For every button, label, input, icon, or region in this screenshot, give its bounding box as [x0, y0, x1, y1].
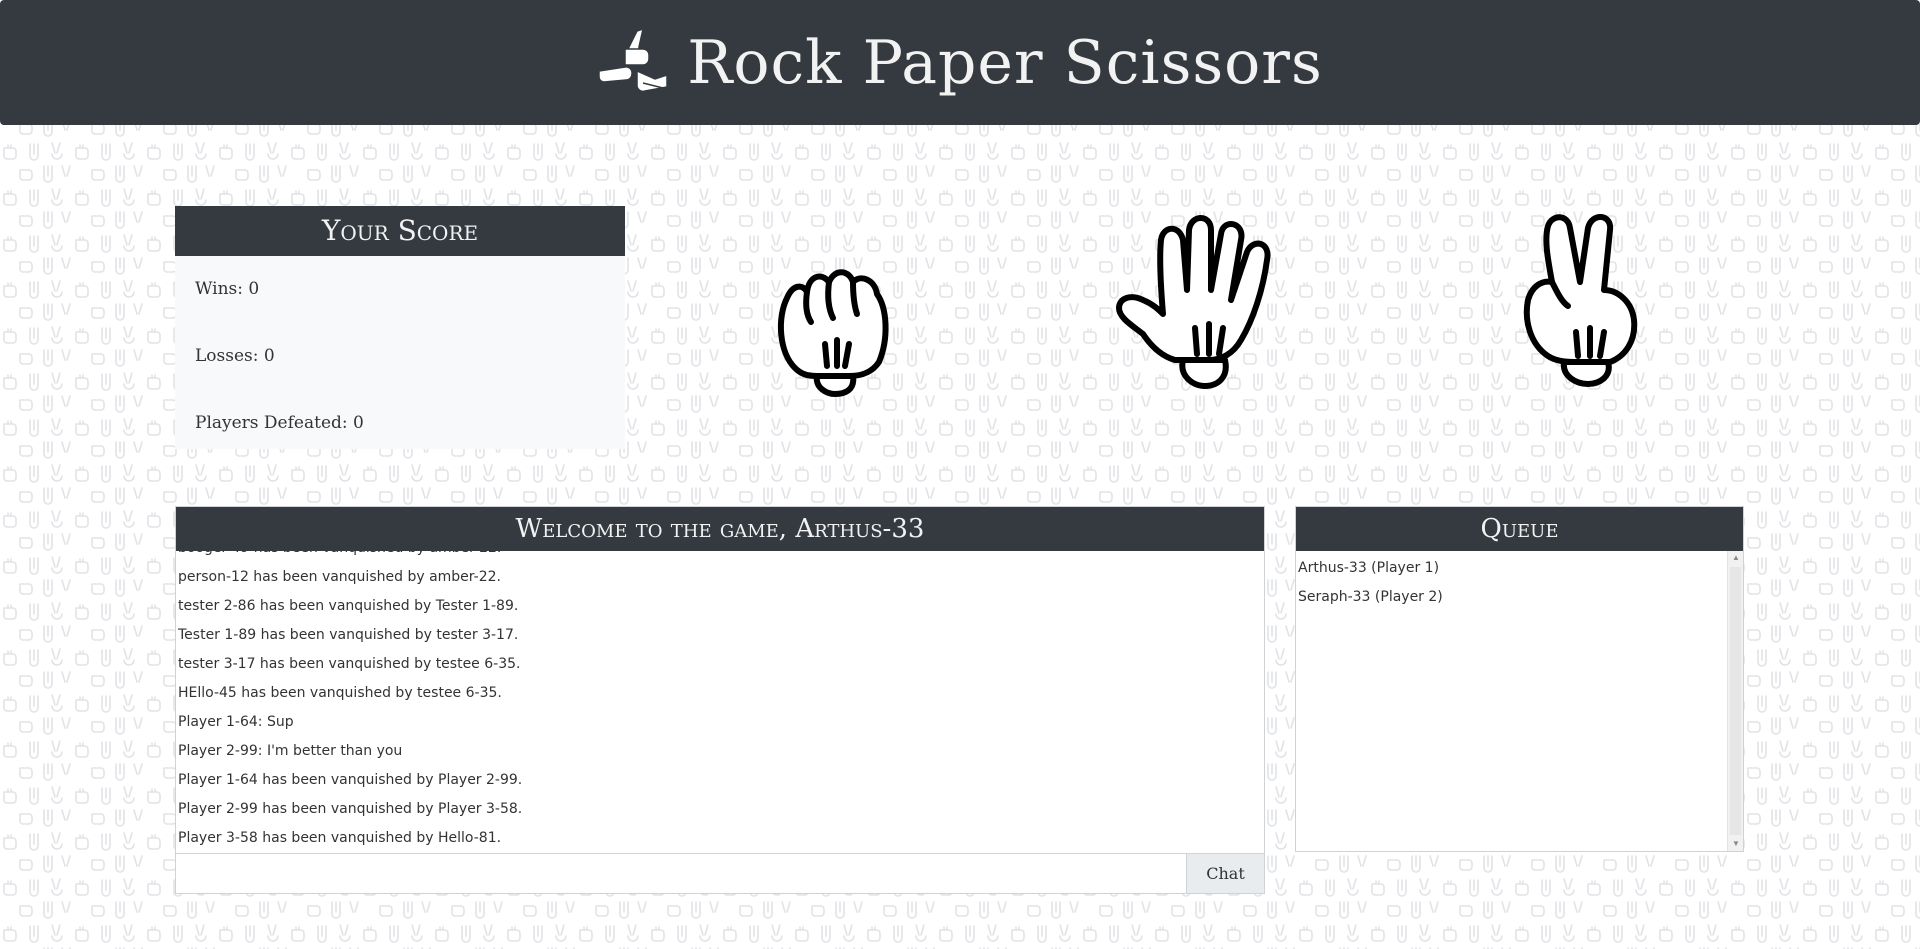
chat-message: Player 3-58 has been vanquished by Hello…	[178, 830, 502, 846]
losses-count: Losses: 0	[195, 346, 275, 366]
rock-hand-icon	[777, 269, 889, 397]
queue-heading: Queue	[1296, 507, 1743, 551]
queue-scrollbar[interactable]: ▲ ▼	[1727, 551, 1743, 851]
scissors-choice-button[interactable]	[1518, 210, 1644, 405]
chat-send-button[interactable]: Chat	[1186, 854, 1264, 893]
scroll-up-arrow-icon[interactable]: ▲	[1728, 551, 1744, 565]
queue-list[interactable]: Arthus-33 (Player 1) Seraph-33 (Player 2…	[1296, 551, 1727, 851]
chat-message: Tester 1-89 has been vanquished by teste…	[178, 627, 519, 643]
scissors-hand-icon	[1523, 214, 1638, 387]
scrollbar-thumb[interactable]	[1730, 567, 1741, 835]
queue-item: Arthus-33 (Player 1)	[1298, 560, 1440, 576]
chat-message: HEllo-45 has been vanquished by testee 6…	[178, 685, 502, 701]
players-defeated-count: Players Defeated: 0	[195, 413, 364, 433]
rock-choice-button[interactable]	[773, 258, 895, 403]
score-heading: Your Score	[175, 206, 625, 256]
chat-message: tester 3-17 has been vanquished by teste…	[178, 656, 521, 672]
chat-message: tester 2-86 has been vanquished by Teste…	[178, 598, 519, 614]
brand: Rock Paper Scissors	[597, 27, 1323, 99]
app-title: Rock Paper Scissors	[687, 27, 1323, 98]
chat-input-row: Chat	[176, 853, 1264, 893]
chat-log[interactable]: booger-49 has been vanquished by amber-2…	[176, 551, 1264, 858]
scroll-down-arrow-icon[interactable]: ▼	[1728, 837, 1744, 851]
chat-message: person-12 has been vanquished by amber-2…	[178, 569, 501, 585]
chat-panel: Welcome to the game, Arthus-33 booger-49…	[175, 506, 1265, 894]
rock-paper-scissors-hands-icon	[598, 27, 668, 92]
wins-count: Wins: 0	[195, 279, 260, 299]
score-card: Your Score Wins: 0 Losses: 0 Players Def…	[175, 206, 625, 449]
queue-item: Seraph-33 (Player 2)	[1298, 589, 1443, 605]
queue-panel: Queue Arthus-33 (Player 1) Seraph-33 (Pl…	[1295, 506, 1744, 852]
chat-message: Player 2-99: I'm better than you	[178, 743, 403, 759]
chat-message: Player 1-64: Sup	[178, 714, 294, 730]
chat-message: Player 2-99 has been vanquished by Playe…	[178, 801, 523, 817]
chat-heading: Welcome to the game, Arthus-33	[176, 507, 1264, 551]
chat-message: booger-49 has been vanquished by amber-2…	[178, 551, 1264, 563]
paper-choice-button[interactable]	[1113, 210, 1285, 405]
paper-hand-icon	[1116, 215, 1271, 389]
app-header: Rock Paper Scissors	[0, 0, 1920, 125]
chat-input[interactable]	[176, 854, 1186, 893]
chat-message: Player 1-64 has been vanquished by Playe…	[178, 772, 523, 788]
